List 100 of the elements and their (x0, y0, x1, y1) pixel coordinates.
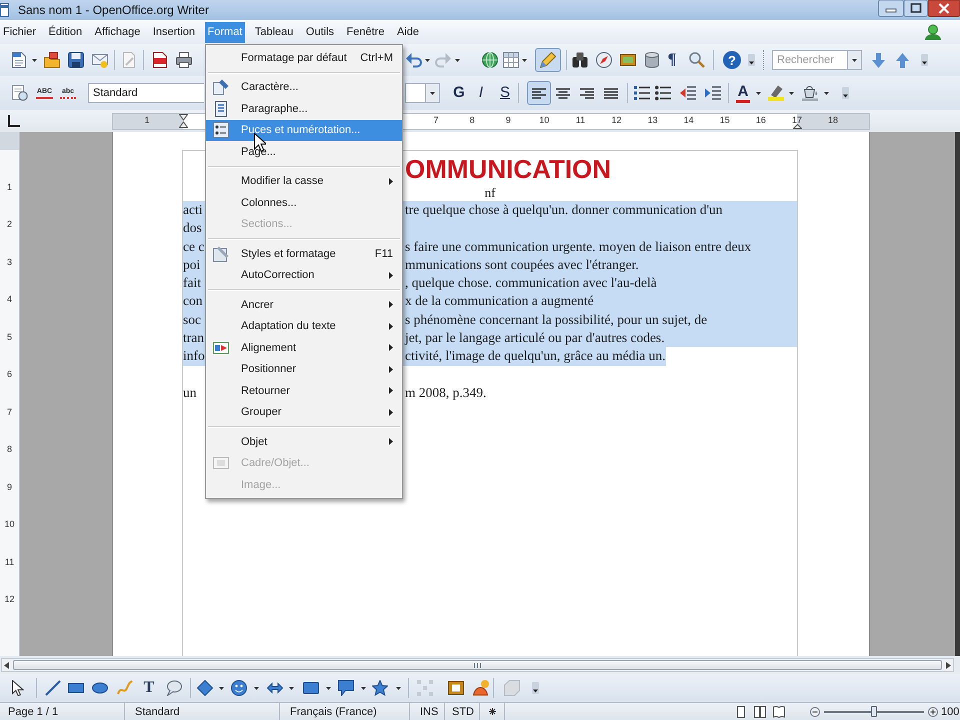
menu-item[interactable]: Caractère... (206, 76, 402, 98)
pointer-arrow-icon[interactable] (12, 680, 24, 696)
underline-button[interactable]: S (499, 84, 511, 102)
menu-item[interactable]: Alignement (206, 337, 402, 358)
pencil-icon[interactable] (540, 52, 556, 68)
dropdown-arrow-icon[interactable] (522, 58, 527, 62)
star-icon[interactable] (372, 680, 388, 696)
menu-item[interactable]: Positionner (206, 358, 402, 380)
draw-functions-button[interactable] (535, 48, 561, 72)
envelope-icon[interactable] (92, 52, 108, 68)
toolbar-overflow-icon[interactable] (748, 54, 755, 66)
document-icon[interactable] (152, 52, 168, 68)
bullet-list-icon[interactable] (655, 85, 671, 101)
dropdown-arrow-icon[interactable] (852, 58, 857, 62)
zoom-out-icon[interactable] (810, 706, 820, 716)
menu-item[interactable]: Grouper (206, 402, 402, 423)
menu-item[interactable]: Styles et formatage F11 (206, 243, 402, 264)
menu-item[interactable]: Paragraphe... (206, 98, 402, 120)
speech-bubble-icon[interactable] (338, 680, 354, 696)
menu-item[interactable]: Objet (206, 431, 402, 452)
menu-item[interactable]: Adaptation du texte (206, 316, 402, 337)
compass-icon[interactable] (596, 52, 612, 68)
zoom-in-icon[interactable] (928, 706, 938, 716)
book-pages-icon[interactable] (773, 706, 785, 718)
table-icon[interactable] (503, 52, 519, 68)
new-document-icon[interactable] (11, 52, 27, 68)
selection-mode-label[interactable]: STD (452, 706, 474, 718)
picture-frame-icon[interactable] (448, 680, 464, 696)
paint-bucket-icon[interactable] (802, 85, 818, 101)
close-icon[interactable] (928, 0, 960, 17)
dropdown-arrow-icon[interactable] (326, 686, 331, 690)
speech-bubble-icon[interactable] (166, 680, 182, 696)
dropdown-arrow-icon[interactable] (455, 58, 460, 62)
text-tool-button[interactable]: T (143, 680, 155, 696)
dropdown-arrow-icon[interactable] (430, 92, 435, 94)
picture-icon[interactable] (620, 52, 636, 68)
align-center-icon[interactable] (556, 88, 570, 98)
two-pages-icon[interactable] (754, 706, 766, 718)
indent-icon[interactable] (705, 85, 721, 101)
scroll-left-icon[interactable] (4, 662, 9, 668)
menu-bar-item[interactable]: Affichage (92, 22, 144, 42)
dots-icon[interactable] (417, 680, 433, 696)
globe-icon[interactable] (482, 52, 498, 68)
menu-bar-item[interactable]: Outils (302, 22, 338, 42)
printer-icon[interactable] (176, 52, 192, 68)
folder-icon[interactable] (44, 52, 60, 68)
menu-item[interactable]: Formatage par défaut Ctrl+M (206, 47, 402, 68)
menu-bar-item[interactable]: Fichier (0, 22, 40, 42)
save-icon[interactable] (68, 52, 84, 68)
menu-bar-item[interactable]: Aide (394, 22, 422, 42)
rectangle-icon[interactable] (68, 680, 84, 696)
search-field[interactable]: Rechercher (772, 50, 848, 70)
line-icon[interactable] (45, 680, 61, 696)
menu-bar-item[interactable]: Insertion (150, 22, 198, 42)
scrollbar-thumb[interactable] (13, 660, 942, 670)
font-color-button[interactable]: A (736, 84, 750, 102)
highlighter-icon[interactable] (768, 85, 784, 101)
outdent-icon[interactable] (680, 85, 696, 101)
font-size-field[interactable] (405, 83, 440, 103)
dropdown-arrow-icon[interactable] (756, 92, 761, 94)
zoom-slider-thumb[interactable] (871, 706, 877, 717)
menu-item[interactable]: AutoCorrection (206, 264, 402, 286)
formatting-marks-button[interactable]: ¶ (666, 51, 678, 69)
sun-hill-icon[interactable] (473, 680, 489, 696)
justify-icon[interactable] (604, 88, 618, 98)
double-arrow-icon[interactable] (267, 680, 283, 696)
menu-item[interactable]: Colonnes... (206, 192, 402, 214)
paragraph-style-field[interactable]: Standard (88, 83, 204, 103)
single-page-icon[interactable] (735, 706, 747, 718)
dropdown-arrow-icon[interactable] (289, 686, 294, 690)
dropdown-arrow-icon[interactable] (789, 92, 794, 94)
dropdown-arrow-icon[interactable] (824, 92, 829, 94)
align-left-button[interactable] (527, 81, 551, 105)
insert-mode-label[interactable]: INS (420, 706, 438, 718)
maximize-icon[interactable] (904, 0, 928, 17)
ellipse-icon[interactable] (92, 680, 108, 696)
indent-marker-icon[interactable] (178, 114, 188, 128)
magnifier-icon[interactable] (689, 52, 705, 68)
dropdown-arrow-icon[interactable] (396, 686, 401, 690)
toolbar-overflow-icon[interactable] (842, 87, 849, 99)
menu-item[interactable]: Retourner (206, 380, 402, 402)
dropdown-arrow-icon[interactable] (425, 58, 430, 62)
menu-item[interactable]: Modifier la casse (206, 170, 402, 192)
undo-icon[interactable] (406, 52, 422, 68)
align-left-icon[interactable] (532, 88, 546, 98)
bold-button[interactable]: G (452, 84, 466, 102)
align-right-icon[interactable] (580, 88, 594, 98)
person-icon[interactable] (924, 24, 942, 40)
arrow-down-icon[interactable] (872, 52, 885, 68)
page-preview-icon[interactable] (12, 85, 28, 101)
search-dropdown-button[interactable] (848, 50, 862, 70)
diamond-icon[interactable] (197, 680, 213, 696)
minimize-icon[interactable] (878, 0, 904, 17)
help-button[interactable]: ? (723, 51, 741, 69)
menu-bar-item[interactable]: Tableau (252, 22, 296, 42)
menu-item[interactable]: Page... (206, 141, 402, 162)
tab-stop-icon[interactable] (8, 115, 20, 127)
numbered-list-icon[interactable] (634, 85, 650, 101)
binoculars-icon[interactable] (572, 52, 588, 68)
database-icon[interactable] (644, 52, 660, 68)
